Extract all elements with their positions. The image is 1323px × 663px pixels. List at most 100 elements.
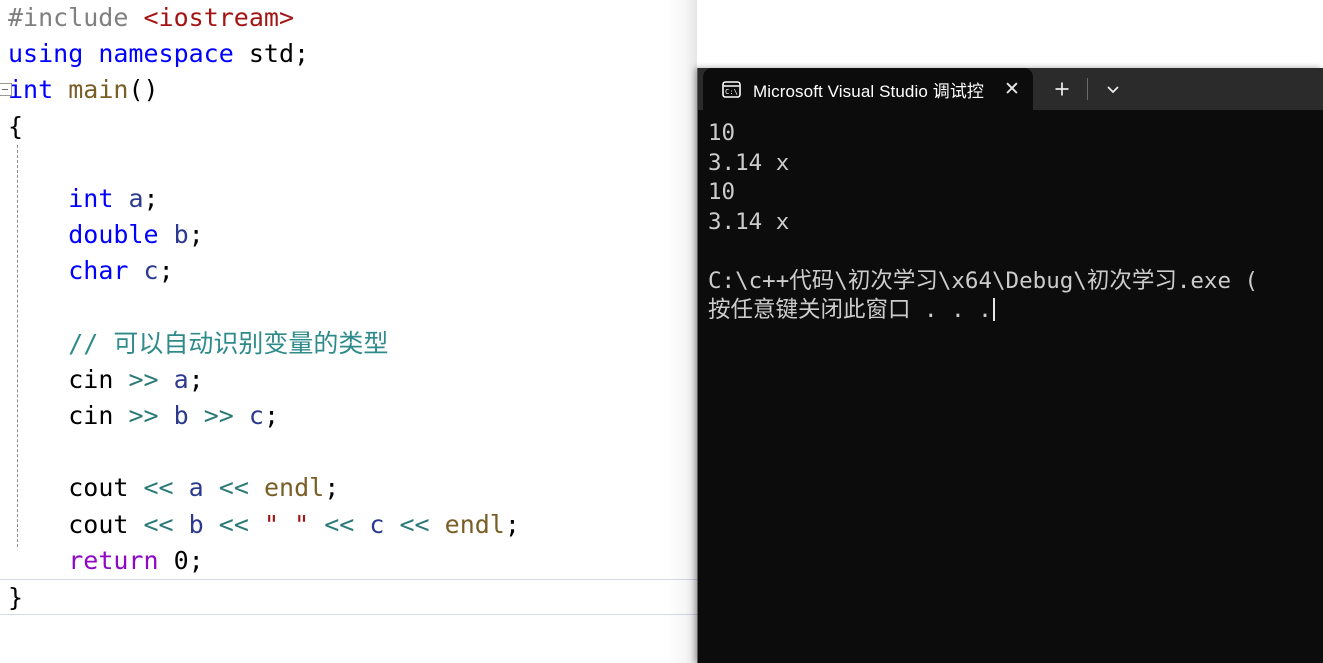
- terminal-window[interactable]: C:\ Microsoft Visual Studio 调试控 ✕ 10 3.1…: [697, 68, 1323, 663]
- code-line[interactable]: cout << a << endl;: [0, 470, 697, 506]
- code-token: >>: [128, 364, 159, 394]
- code-token: {: [8, 111, 24, 141]
- terminal-output-line: 10: [708, 119, 1323, 149]
- code-token: ;: [324, 473, 340, 503]
- screen-root: #include <iostream> using namespace std; i…: [0, 0, 1323, 663]
- indent-guide-line: [17, 145, 18, 547]
- code-token: ;: [263, 401, 280, 431]
- code-token: a: [188, 473, 204, 503]
- code-token: ;: [188, 364, 204, 394]
- terminal-line-text: 10: [708, 120, 736, 146]
- code-token: <iostream>: [143, 3, 294, 32]
- chevron-down-icon[interactable]: [1094, 68, 1132, 110]
- terminal-line-text: 按任意键关闭此窗口 . . .: [708, 297, 992, 323]
- code-text-area[interactable]: #include <iostream> using namespace std; i…: [0, 0, 697, 616]
- code-token: std;: [233, 39, 310, 69]
- code-token: cin: [68, 364, 114, 394]
- code-line[interactable]: using namespace std;: [0, 36, 697, 72]
- code-token: using: [8, 39, 84, 69]
- code-token: char: [68, 256, 129, 286]
- code-line[interactable]: [0, 434, 697, 470]
- close-icon[interactable]: ✕: [995, 72, 1029, 106]
- code-line[interactable]: }: [0, 579, 697, 616]
- code-line[interactable]: double b;: [0, 217, 697, 253]
- terminal-output-line: 3.14 x: [708, 149, 1323, 179]
- code-token: // 可以自动识别变量的类型: [68, 328, 389, 358]
- terminal-line-text: 3.14 x: [708, 149, 790, 176]
- terminal-tab-bar[interactable]: C:\ Microsoft Visual Studio 调试控 ✕: [698, 68, 1323, 110]
- terminal-output-line: 3.14 x: [708, 208, 1323, 238]
- code-token: b: [173, 220, 189, 250]
- code-line[interactable]: int main(): [0, 72, 697, 108]
- terminal-output-area[interactable]: 10 3.14 x 10 3.14 x C:\c++代码\初次学习\x64\Debug\…: [698, 110, 1323, 663]
- code-line[interactable]: {: [0, 109, 697, 145]
- tabbar-separator: [1087, 78, 1088, 100]
- code-token: <<: [399, 509, 430, 539]
- code-token: ;: [188, 220, 204, 250]
- code-line[interactable]: cout << b << " " << c << endl;: [0, 507, 697, 543]
- code-token: a: [128, 183, 144, 213]
- code-token: return: [68, 545, 159, 575]
- code-line[interactable]: // 可以自动识别变量的类型: [0, 326, 697, 362]
- code-token: <<: [218, 473, 249, 503]
- code-token: >>: [203, 401, 234, 431]
- code-token: (): [128, 75, 159, 105]
- code-line[interactable]: cin >> b >> c;: [0, 398, 697, 434]
- terminal-output-line: 10: [708, 178, 1323, 208]
- code-line[interactable]: #include <iostream>: [0, 0, 697, 36]
- terminal-line-text: 3.14 x: [708, 208, 790, 235]
- code-line[interactable]: [0, 290, 697, 326]
- terminal-output-line: C:\c++代码\初次学习\x64\Debug\初次学习.exe (: [708, 267, 1323, 297]
- code-token: int: [8, 75, 54, 105]
- terminal-tabbar-actions[interactable]: [1033, 68, 1132, 110]
- code-token: }: [8, 583, 24, 612]
- code-token: double: [68, 220, 159, 250]
- terminal-tab-active[interactable]: C:\ Microsoft Visual Studio 调试控 ✕: [703, 68, 1033, 110]
- code-token: >>: [128, 401, 159, 431]
- plus-icon[interactable]: [1043, 68, 1081, 110]
- code-token: b: [188, 509, 204, 539]
- code-token: #include: [8, 3, 129, 32]
- code-line[interactable]: cin >> a;: [0, 362, 697, 398]
- collapse-outline-icon[interactable]: [0, 83, 12, 97]
- code-token: ;: [143, 183, 159, 213]
- code-token: namespace: [98, 39, 234, 69]
- code-token: <<: [143, 509, 174, 539]
- code-line[interactable]: return 0;: [0, 543, 697, 579]
- code-token: c: [369, 509, 385, 539]
- code-line[interactable]: char c;: [0, 253, 697, 289]
- code-token: ;: [188, 545, 204, 575]
- code-token: ;: [504, 509, 520, 539]
- code-token: int: [68, 183, 114, 213]
- code-editor-pane[interactable]: #include <iostream> using namespace std; i…: [0, 0, 697, 663]
- code-line[interactable]: [0, 145, 697, 181]
- code-line[interactable]: int a;: [0, 181, 697, 217]
- code-token: 0: [173, 545, 189, 575]
- terminal-tab-title: Microsoft Visual Studio 调试控: [753, 81, 985, 101]
- code-token: cout: [68, 473, 129, 503]
- console-cmd-icon: C:\: [722, 80, 741, 98]
- terminal-line-text: C:\c++代码\初次学习\x64\Debug\初次学习.exe (: [708, 267, 1259, 294]
